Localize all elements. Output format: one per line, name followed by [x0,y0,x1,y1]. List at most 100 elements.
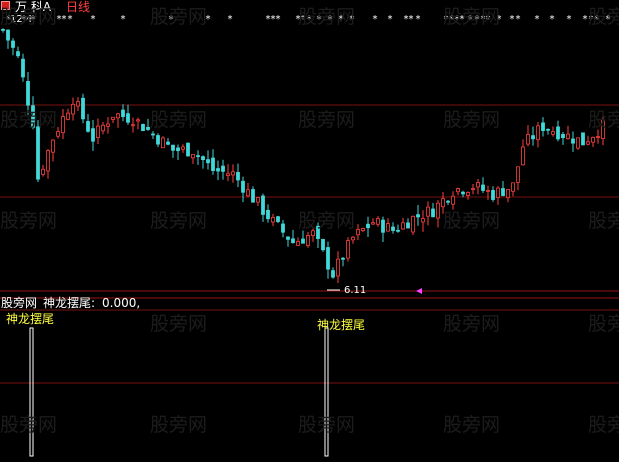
candle-body [451,195,455,205]
candle-body [176,147,180,152]
event-marker: * [583,14,588,25]
candle-body [586,141,590,145]
candle-body [246,189,250,197]
candle-body [11,40,15,48]
candle-body [371,222,375,225]
watermark: 股旁网 [443,6,501,28]
event-marker: * [510,14,515,25]
candle-body [206,159,210,164]
candle-body [366,223,370,229]
candle-body [231,171,235,176]
candle-body [496,187,500,198]
candle-body [211,157,215,171]
period-label[interactable]: 日线 [66,0,90,14]
candle-body [291,238,295,244]
candle-body [161,137,165,149]
candle-body [501,188,505,196]
candle-body [126,113,130,123]
candle-body [521,146,525,166]
event-marker: * [567,14,572,25]
watermark: 股旁网 [588,414,619,436]
candle-body [61,116,65,134]
candle-body [561,134,565,139]
candle-body [281,223,285,233]
candle-body [181,146,185,150]
watermark: 股旁网 [150,109,208,131]
candle-body [511,182,515,192]
candle-body [326,247,330,270]
candle-body [396,229,400,232]
candle-body [41,168,45,175]
candle-body [571,138,575,144]
candle-body [296,240,300,246]
event-marker: * [91,14,96,25]
candle-body [306,235,310,246]
event-marker: * [550,14,555,25]
candle-body [51,139,55,153]
candle-body [71,103,75,115]
chart-window: * * * * * * * * * * * * * * * * * * * * * * * * * * * * * * * * * * * * * * * *… [0,0,619,462]
candle-body [101,124,105,132]
candle-body [336,258,340,277]
candle-body [186,142,190,157]
candle-body [456,188,460,193]
indicator-source: 股旁网 [1,296,38,310]
watermark: 股旁网 [0,6,58,28]
watermark: 股旁网 [150,6,208,28]
watermark: 股旁网 [298,109,356,131]
candle-body [76,101,80,107]
watermark: 股旁网 [298,414,356,436]
candle-body [106,123,110,127]
candle-body [256,197,260,203]
candle-body [156,135,160,145]
candle-body [201,156,205,161]
watermark: 股旁网 [588,6,619,28]
candle-body [486,189,490,192]
event-marker: * [516,14,521,25]
candle-body [491,190,495,200]
candle-body [166,141,170,145]
watermark: 股旁网 [588,210,619,232]
candle-body [361,228,365,231]
event-marker: * [373,14,378,25]
candle-body [241,180,245,193]
candle-body [411,215,415,233]
candle-body [321,239,325,251]
candle-body [81,97,85,120]
last-price-marker-icon [416,288,422,294]
candle-body [406,222,410,229]
candle-body [151,133,155,136]
candle-body [566,133,570,140]
event-marker: * [416,14,421,25]
event-marker: * [535,14,540,25]
candle-body [576,137,580,149]
candle-body [36,126,40,180]
watermark: 股旁网 [588,109,619,131]
candle-body [591,137,595,143]
candle-body [1,28,5,31]
watermark: 股旁网 [150,313,208,335]
watermark: 股旁网 [443,313,501,335]
candle-body [476,182,480,188]
candle-body [96,125,100,139]
candle-body [301,238,305,244]
watermark: 股旁网 [298,210,356,232]
watermark: 股旁网 [443,210,501,232]
candle-body [546,128,550,131]
candle-body [21,58,25,78]
signal-label: 神龙摆尾 [6,312,55,326]
candle-body [481,184,485,191]
candle-body [466,192,470,196]
candle-body [461,191,465,195]
candle-body [86,121,90,132]
candle-body [346,240,350,259]
candle-body [196,155,200,158]
candle-body [526,134,530,145]
candle-body [136,119,140,122]
watermark: 股旁网 [443,109,501,131]
candle-body [351,236,355,241]
candle-body [46,150,50,172]
candle-body [16,51,20,57]
candle-body [111,116,115,120]
watermark: 股旁网 [298,6,356,28]
